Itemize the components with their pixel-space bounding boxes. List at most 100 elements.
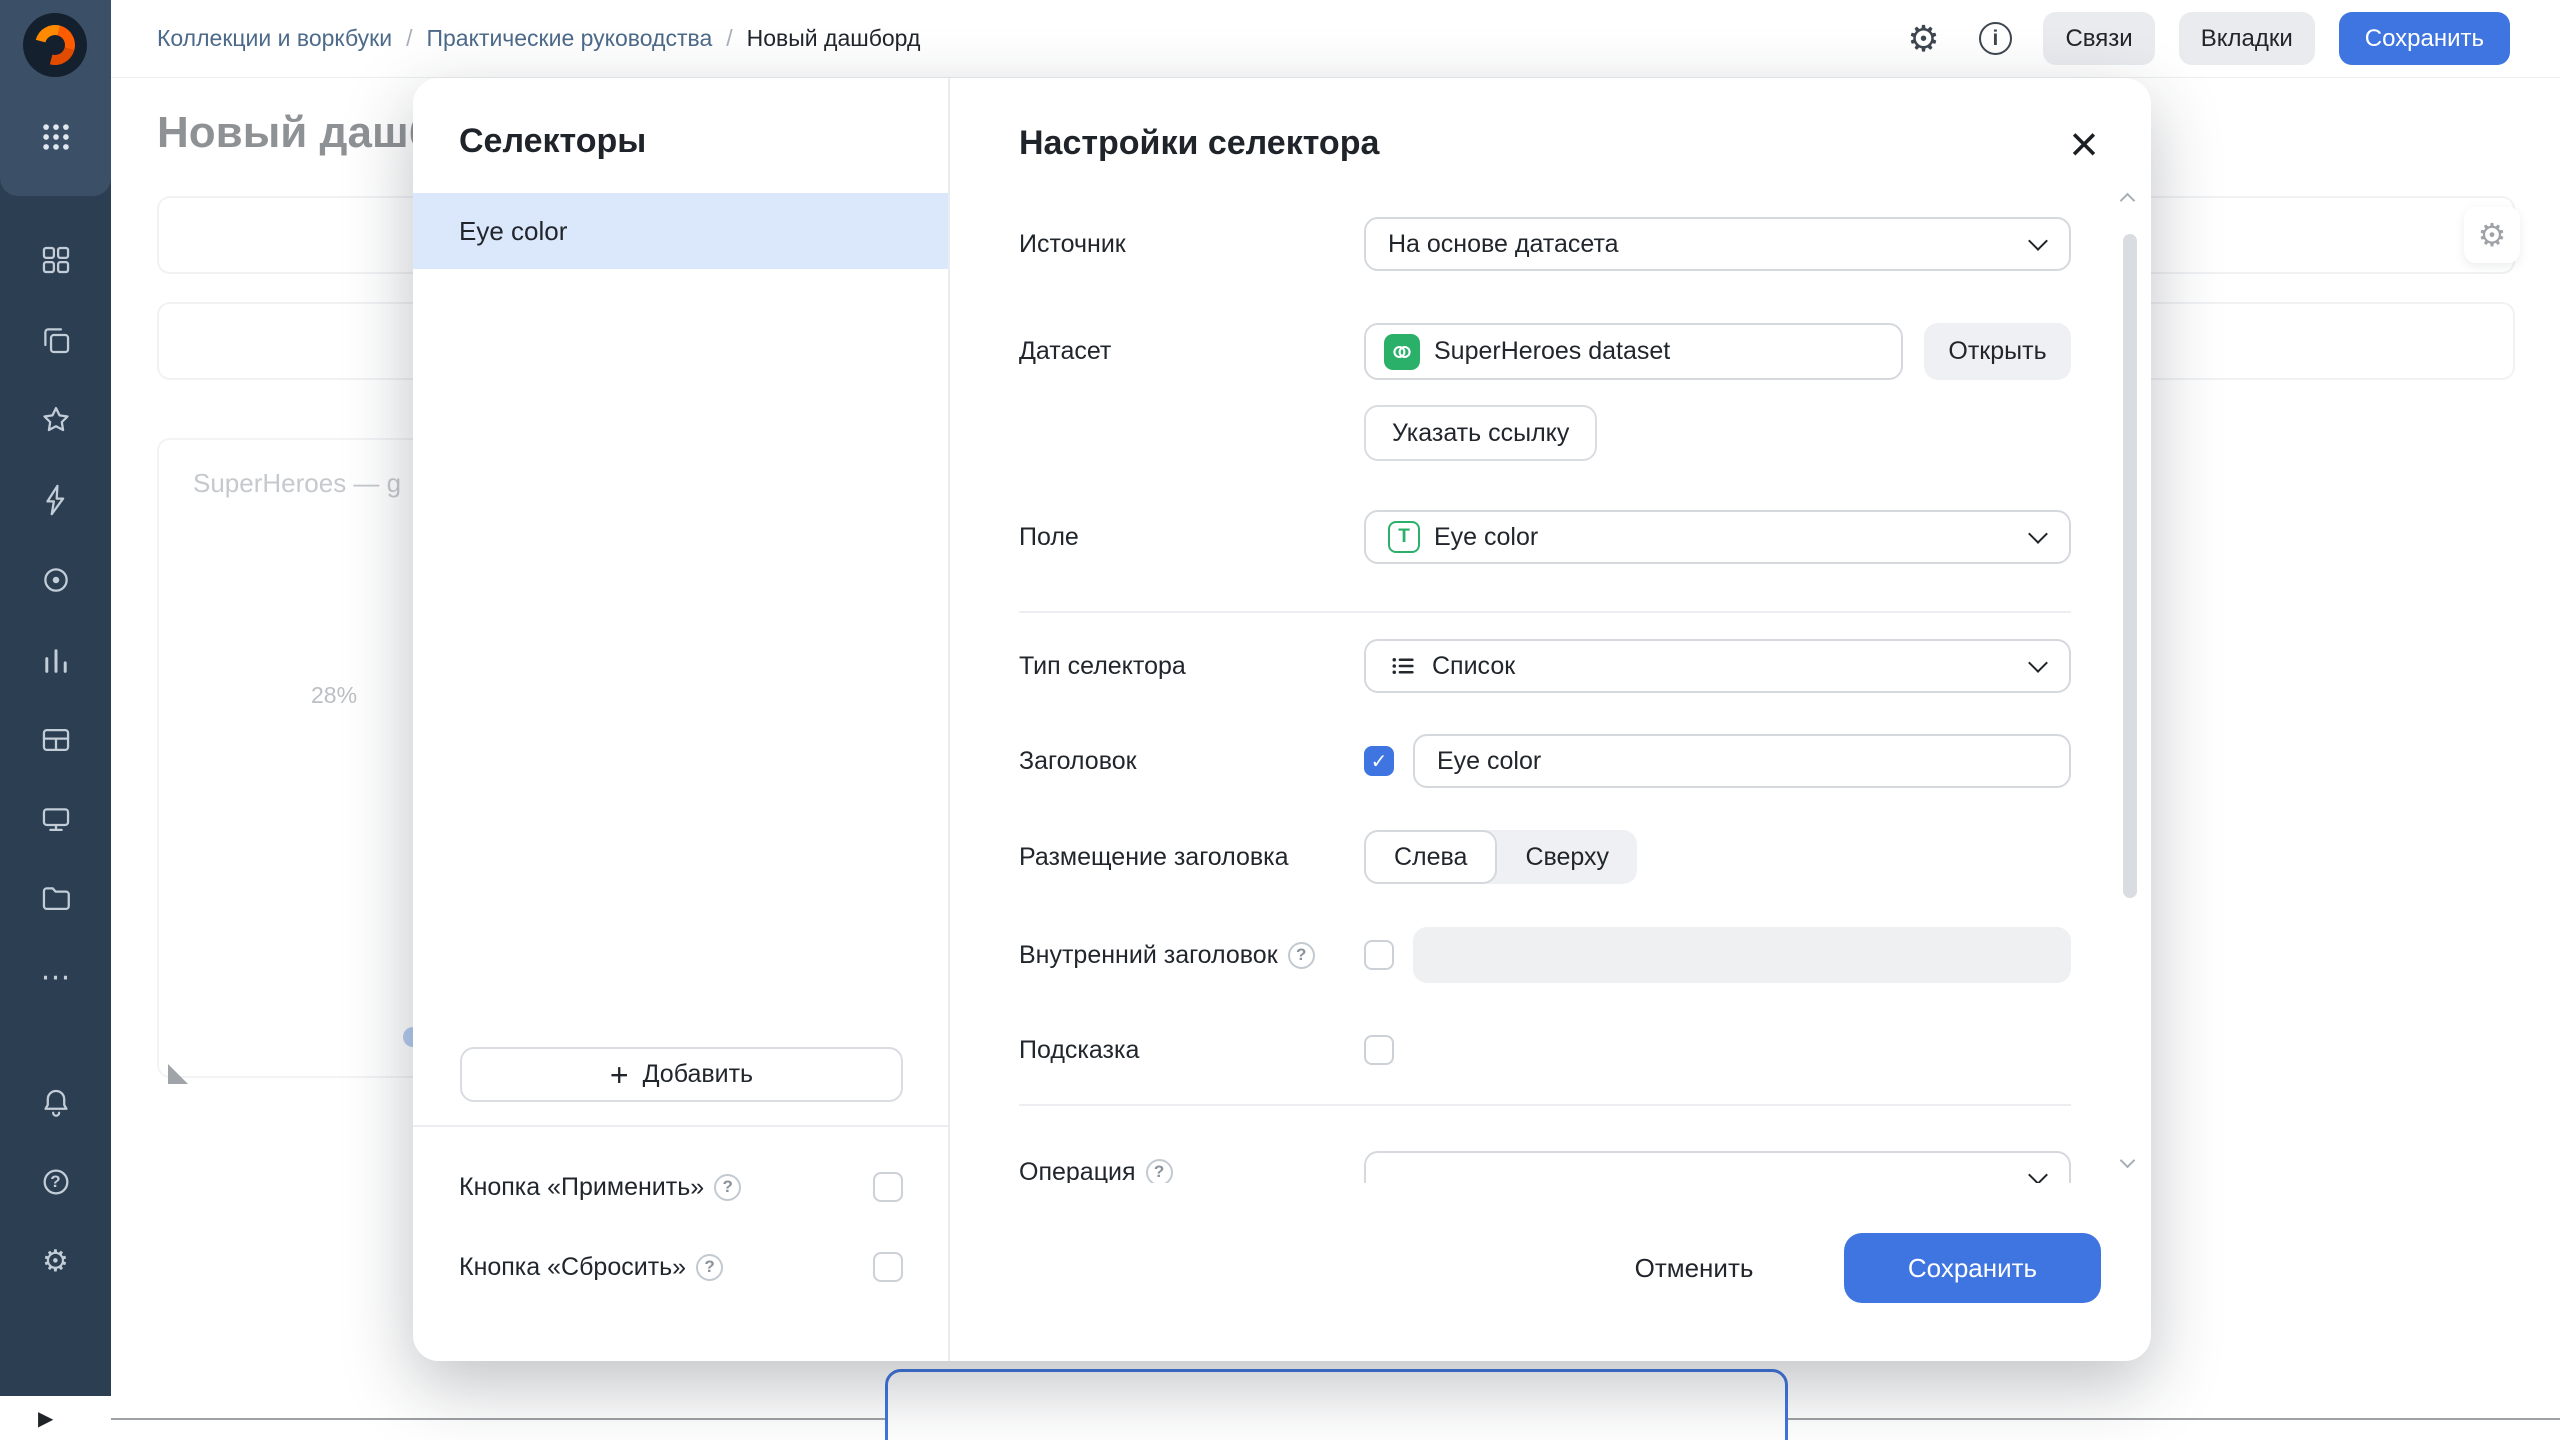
selector-settings-modal: Селекторы Eye color + Добавить Кнопка «П… — [413, 78, 2151, 1361]
dataset-field[interactable]: SuperHeroes dataset — [1364, 323, 1903, 380]
scroll-down-icon[interactable] — [2121, 1153, 2134, 1166]
placement-left-segment[interactable]: Слева — [1364, 830, 1498, 884]
chevron-down-icon — [2029, 654, 2047, 672]
source-select[interactable]: На основе датасета — [1364, 217, 2071, 271]
list-icon — [1388, 651, 1418, 681]
bell-icon[interactable] — [0, 1082, 111, 1122]
breadcrumb-separator: / — [726, 25, 733, 51]
form-divider — [1019, 1104, 2071, 1106]
settings-title: Настройки селектора — [1019, 124, 1380, 162]
play-icon[interactable]: ▶ — [38, 1406, 53, 1431]
scroll-up-icon[interactable] — [2121, 193, 2134, 206]
apply-button-row: Кнопка «Применить» ? — [459, 1160, 903, 1214]
gear-icon: ⚙ — [1907, 17, 1940, 59]
selectors-panel-title: Селекторы — [459, 122, 647, 160]
breadcrumb-collections[interactable]: Коллекции и воркбуки — [157, 25, 392, 52]
hint-checkbox[interactable] — [1364, 1035, 1394, 1065]
lightning-icon[interactable] — [0, 480, 111, 520]
ellipsis-icon[interactable]: ⋯ — [0, 958, 111, 998]
breadcrumb-guides[interactable]: Практические руководства — [426, 25, 712, 52]
close-icon[interactable]: × — [2058, 118, 2110, 170]
settings-form: Источник На основе датасета Датасет Supe… — [952, 178, 2151, 1183]
operation-label: Операция — [1019, 1158, 1136, 1183]
inner-title-label: Внутренний заголовок — [1019, 941, 1278, 969]
apply-button-checkbox[interactable] — [873, 1172, 903, 1202]
check-icon: ✓ — [1370, 750, 1388, 773]
tabs-button[interactable]: Вкладки — [2178, 12, 2315, 65]
save-button[interactable]: Сохранить — [2338, 12, 2510, 65]
hint-label: Подсказка — [1019, 1036, 1140, 1064]
inner-title-checkbox[interactable] — [1364, 940, 1394, 970]
field-select-value: Eye color — [1434, 522, 1539, 551]
scrollbar-thumb[interactable] — [2123, 234, 2137, 898]
target-icon[interactable] — [0, 560, 111, 600]
selector-item-label: Eye color — [459, 215, 568, 246]
add-selector-button[interactable]: + Добавить — [460, 1047, 903, 1102]
help-icon[interactable]: ? — [1287, 941, 1315, 969]
hint-label-row: Подсказка — [1019, 1035, 1139, 1065]
placement-top-segment[interactable]: Сверху — [1497, 830, 1637, 884]
title-input[interactable] — [1413, 734, 2071, 788]
question-icon[interactable]: ? — [0, 1162, 111, 1202]
links-button[interactable]: Связи — [2043, 12, 2155, 65]
title-label: Заголовок — [1019, 747, 1137, 775]
form-divider — [1019, 611, 2071, 613]
sidebar: ⋯ ? ⚙ ▶ — [0, 0, 111, 1440]
apps-grid-icon[interactable] — [0, 117, 111, 157]
info-icon: i — [1978, 22, 2012, 55]
chevron-down-icon — [2029, 525, 2047, 543]
source-select-value: На основе датасета — [1388, 229, 1619, 258]
help-icon[interactable]: ? — [696, 1253, 724, 1281]
reset-button-label: Кнопка «Сбросить» — [459, 1252, 687, 1281]
info-button[interactable]: i — [1971, 15, 2019, 63]
breadcrumb-separator: / — [406, 25, 413, 51]
specify-link-button[interactable]: Указать ссылку — [1364, 405, 1598, 461]
source-label: Источник — [1019, 230, 1126, 258]
chevron-down-icon — [2029, 232, 2047, 250]
add-selector-label: Добавить — [642, 1060, 754, 1088]
inner-title-input-disabled — [1413, 927, 2071, 983]
datalens-logo[interactable] — [23, 13, 87, 77]
operation-select[interactable] — [1364, 1151, 2071, 1183]
selectors-group-widget[interactable] — [885, 1369, 1788, 1440]
title-placement-segmented: Слева Сверху — [1364, 830, 1638, 884]
monitor-icon[interactable] — [0, 800, 111, 840]
table-icon[interactable] — [0, 720, 111, 760]
star-icon[interactable] — [0, 400, 111, 440]
grid-icon[interactable] — [0, 240, 111, 280]
bar-chart-icon[interactable] — [0, 640, 111, 680]
left-panel-divider — [413, 1125, 948, 1127]
field-label: Поле — [1019, 523, 1079, 551]
plus-icon: + — [609, 1056, 629, 1093]
modal-save-button[interactable]: Сохранить — [1844, 1233, 2101, 1303]
help-icon[interactable]: ? — [714, 1173, 742, 1201]
apply-button-label: Кнопка «Применить» — [459, 1172, 705, 1201]
dataset-icon — [1384, 333, 1420, 370]
selector-list-item[interactable]: Eye color — [413, 193, 948, 269]
logo-swirl — [27, 17, 83, 73]
selector-type-select[interactable]: Список — [1364, 639, 2071, 693]
source-label-row: Источник — [1019, 229, 1126, 259]
help-icon[interactable]: ? — [1145, 1158, 1173, 1183]
title-checkbox[interactable]: ✓ — [1364, 746, 1394, 776]
screen: Новый дашборд ⚙ SuperHeroes — g 28% — [0, 0, 2560, 1440]
open-dataset-button[interactable]: Открыть — [1924, 323, 2071, 380]
placement-label: Размещение заголовка — [1019, 843, 1289, 871]
settings-button[interactable]: ⚙ — [1899, 15, 1947, 63]
sidebar-footer: ▶ — [0, 1396, 111, 1440]
placement-label-row: Размещение заголовка — [1019, 842, 1289, 872]
type-select-value: Список — [1432, 651, 1516, 680]
type-label: Тип селектора — [1019, 652, 1186, 680]
inner-title-label-row: Внутренний заголовок ? — [1019, 940, 1315, 970]
reset-button-checkbox[interactable] — [873, 1252, 903, 1282]
copy-icon[interactable] — [0, 320, 111, 360]
gear-icon[interactable]: ⚙ — [0, 1242, 111, 1282]
top-bar: Коллекции и воркбуки / Практические руко… — [0, 0, 2560, 78]
breadcrumb-current: Новый дашборд — [746, 25, 921, 51]
breadcrumb: Коллекции и воркбуки / Практические руко… — [157, 25, 920, 52]
folder-icon[interactable] — [0, 879, 111, 919]
operation-label-row: Операция ? — [1019, 1157, 1173, 1183]
field-select[interactable]: T Eye color — [1364, 510, 2071, 564]
field-label-row: Поле — [1019, 522, 1079, 552]
cancel-button[interactable]: Отменить — [1609, 1236, 1779, 1300]
